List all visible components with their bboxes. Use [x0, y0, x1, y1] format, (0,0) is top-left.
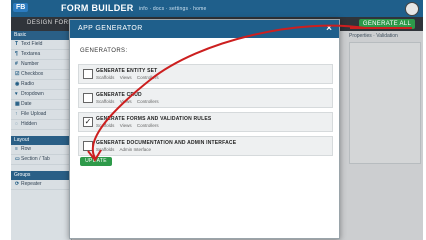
meta-tag: Admin Interface [119, 147, 151, 152]
sidebar-item-label: Textarea [21, 51, 41, 57]
generator-card[interactable]: GENERATE DOCUMENTATION AND ADMIN INTERFA… [78, 136, 333, 156]
sidebar-item-label: Row [21, 146, 32, 152]
meta-tag: Controllers [136, 75, 159, 80]
generator-card[interactable]: GENERATE CRUD Scaffolds Views Controller… [78, 88, 333, 108]
generator-checkbox-checked[interactable]: ✓ [83, 117, 93, 127]
generator-card[interactable]: ✓ GENERATE FORMS AND VALIDATION RULES Sc… [78, 112, 333, 132]
sidebar-item[interactable]: ▾ Dropdown [11, 90, 71, 100]
app-generator-dialog: APP GENERATOR × GENERATORS: GENERATE ENT… [69, 19, 340, 239]
sidebar-item-label: Section / Tab [21, 156, 50, 162]
meta-tag: Controllers [136, 123, 159, 128]
sidebar-item[interactable]: ▦Date [11, 100, 71, 110]
sidebar-item-label: Radio [21, 81, 35, 87]
meta-tag: Scaffolds [96, 147, 115, 152]
sidebar-item-label: Hidden [21, 121, 37, 127]
sidebar-section-title: Groups [11, 171, 71, 180]
sidebar-item[interactable]: T Text Field [11, 40, 71, 50]
generator-meta: Scaffolds Admin Interface [96, 147, 155, 152]
generator-checkbox[interactable] [83, 69, 93, 79]
close-icon[interactable]: × [326, 23, 332, 34]
sidebar-item[interactable]: ≡ Row [11, 145, 71, 155]
app-subtitle: info · docs · settings · home [139, 6, 207, 12]
generator-card[interactable]: GENERATE ENTITY SET Scaffolds Views Cont… [78, 64, 333, 84]
sidebar-section-title: Basic [11, 31, 71, 40]
sidebar-item[interactable]: # Number [11, 60, 71, 70]
update-button[interactable]: UPDATE [80, 157, 112, 166]
generator-title: GENERATE DOCUMENTATION AND ADMIN INTERFA… [96, 140, 237, 146]
sidebar-section-title: Layout [11, 136, 71, 145]
sidebar-item-label: Number [21, 61, 39, 67]
sidebar-item[interactable]: ◌ Hidden [11, 120, 71, 130]
generators-label: GENERATORS: [80, 48, 128, 54]
sidebar-item[interactable]: ▭Section / Tab [11, 155, 71, 165]
sidebar-item[interactable]: ☑ Checkbox [11, 70, 71, 80]
app-logo[interactable]: FB [13, 3, 29, 12]
sidebar-item-label: Date [21, 101, 32, 107]
top-bar: FB FORM BUILDER info · docs · settings ·… [11, 0, 423, 17]
sidebar-item[interactable]: ¶ Textarea [11, 50, 71, 60]
meta-tag: Views [119, 75, 132, 80]
avatar[interactable] [405, 2, 419, 16]
meta-tag: Views [119, 99, 132, 104]
dialog-header: APP GENERATOR × [70, 20, 339, 38]
generator-checkbox[interactable] [83, 141, 93, 151]
sidebar-item[interactable]: ⟳ Repeater [11, 180, 71, 190]
generator-meta: Scaffolds Views Controllers [96, 99, 163, 104]
meta-tag: Scaffolds [96, 123, 115, 128]
meta-tag: Scaffolds [96, 75, 115, 80]
app-brand: FORM BUILDER [61, 3, 134, 13]
generator-meta: Scaffolds Views Controllers [96, 75, 163, 80]
generator-title: GENERATE FORMS AND VALIDATION RULES [96, 116, 212, 122]
dialog-title: APP GENERATOR [78, 25, 143, 32]
sidebar-item-label: Dropdown [21, 91, 44, 97]
meta-tag: Views [119, 123, 132, 128]
meta-tag: Controllers [136, 99, 159, 104]
generator-meta: Scaffolds Views Controllers [96, 123, 163, 128]
sidebar-item-label: Repeater [21, 181, 42, 187]
generate-all-button[interactable]: GENERATE ALL [359, 19, 415, 29]
sidebar-item-label: Text Field [21, 41, 43, 47]
generator-title: GENERATE CRUD [96, 92, 142, 98]
generator-checkbox[interactable] [83, 93, 93, 103]
sidebar: Basic T Text Field ¶ Textarea # Number ☑ Che… [11, 31, 72, 240]
sidebar-item[interactable]: ↑ File Upload [11, 110, 71, 120]
tab-design-form[interactable]: DESIGN FORM [27, 20, 74, 26]
meta-tag: Scaffolds [96, 99, 115, 104]
generator-title: GENERATE ENTITY SET [96, 68, 158, 74]
sidebar-item-label: Checkbox [21, 71, 44, 77]
sidebar-item[interactable]: ◉ Radio [11, 80, 71, 90]
sidebar-item-label: File Upload [21, 111, 47, 117]
